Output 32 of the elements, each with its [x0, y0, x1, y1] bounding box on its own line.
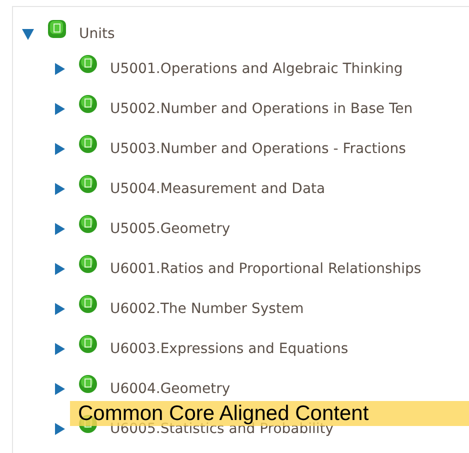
- collapsed-caret-icon[interactable]: [52, 222, 66, 236]
- collapsed-caret-icon[interactable]: [52, 62, 66, 76]
- tree-item-label[interactable]: U6003.Expressions and Equations: [110, 341, 348, 357]
- collapsed-caret-icon[interactable]: [52, 382, 66, 396]
- expanded-caret-icon[interactable]: [21, 27, 35, 41]
- collapsed-caret-icon[interactable]: [52, 182, 66, 196]
- document-icon: [47, 19, 67, 39]
- tree-item-label[interactable]: U5005.Geometry: [110, 221, 230, 237]
- document-icon: [78, 334, 98, 354]
- document-icon: [78, 94, 98, 114]
- tree-item-label[interactable]: U5004.Measurement and Data: [110, 181, 326, 197]
- document-icon: [78, 294, 98, 314]
- collapsed-caret-icon[interactable]: [52, 102, 66, 116]
- tree-item-label[interactable]: U6004.Geometry: [110, 381, 230, 397]
- document-icon: [78, 174, 98, 194]
- collapsed-caret-icon[interactable]: [52, 142, 66, 156]
- document-icon: [78, 214, 98, 234]
- collapsed-caret-icon[interactable]: [52, 262, 66, 276]
- collapsed-caret-icon[interactable]: [52, 302, 66, 316]
- tree-item-label[interactable]: U6002.The Number System: [110, 301, 304, 317]
- tree-item-label[interactable]: Units: [79, 26, 115, 42]
- tree-item-label[interactable]: U5003.Number and Operations - Fractions: [110, 141, 406, 157]
- collapsed-caret-icon[interactable]: [52, 342, 66, 356]
- tree-item-label[interactable]: U5001.Operations and Algebraic Thinking: [110, 61, 403, 77]
- document-icon: [78, 254, 98, 274]
- tree-item-label[interactable]: U5002.Number and Operations in Base Ten: [110, 101, 413, 117]
- document-icon: [78, 374, 98, 394]
- document-icon: [78, 54, 98, 74]
- caption-banner: Common Core Aligned Content: [70, 401, 469, 426]
- collapsed-caret-icon[interactable]: [52, 422, 66, 436]
- tree-item-label[interactable]: U6001.Ratios and Proportional Relationships: [110, 261, 422, 277]
- document-icon: [78, 134, 98, 154]
